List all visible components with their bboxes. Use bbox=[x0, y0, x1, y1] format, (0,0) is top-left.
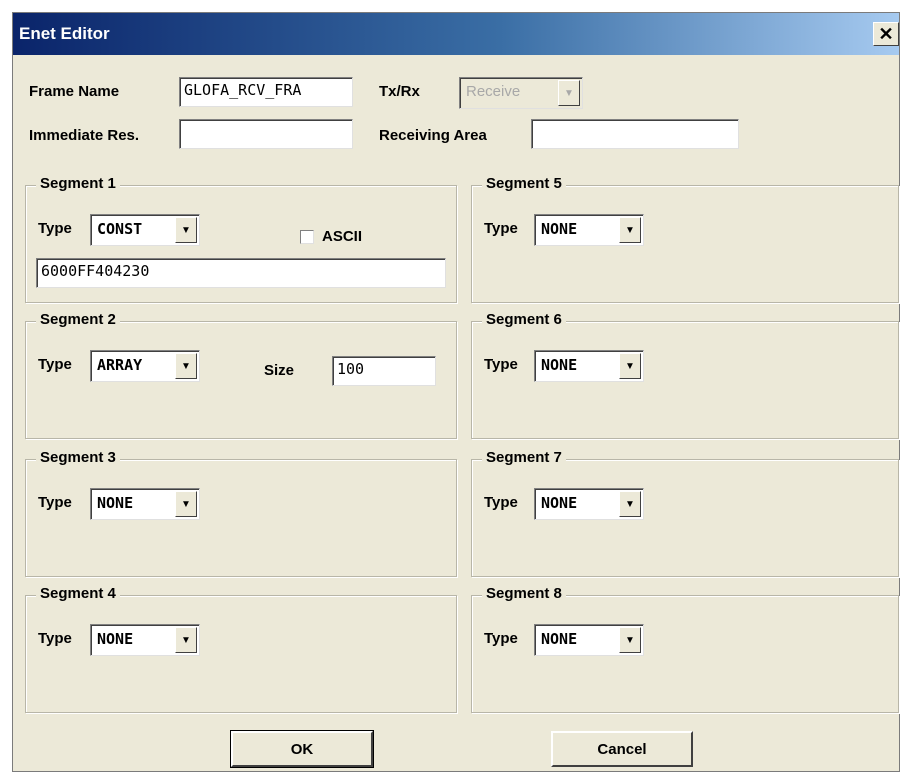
segment-8-group: Segment 8 Type NONE ▼ bbox=[471, 585, 899, 713]
segment-5-title: Segment 5 bbox=[482, 175, 566, 192]
chevron-down-icon: ▼ bbox=[558, 80, 580, 106]
segment-2-group: Segment 2 Type ARRAY ▼ Size 100 bbox=[25, 311, 457, 439]
ok-button[interactable]: OK bbox=[230, 730, 374, 768]
segment-4-type-value: NONE bbox=[97, 630, 134, 648]
enet-editor-dialog: Enet Editor ✕ Frame Name GLOFA_RCV_FRA T… bbox=[12, 12, 900, 772]
segment-1-type-value: CONST bbox=[97, 220, 143, 238]
close-button[interactable]: ✕ bbox=[873, 22, 899, 46]
segment-5-type-label: Type bbox=[484, 220, 518, 237]
segment-3-title: Segment 3 bbox=[36, 449, 120, 466]
txrx-select: Receive ▼ bbox=[459, 77, 583, 109]
segment-3-type-select[interactable]: NONE ▼ bbox=[90, 488, 200, 520]
segment-8-type-select[interactable]: NONE ▼ bbox=[534, 624, 644, 656]
segment-1-group: Segment 1 Type CONST ▼ ASCII 6000FF40423… bbox=[25, 175, 457, 303]
segment-4-title: Segment 4 bbox=[36, 585, 120, 602]
chevron-down-icon[interactable]: ▼ bbox=[619, 491, 641, 517]
cancel-button[interactable]: Cancel bbox=[551, 731, 693, 767]
segment-8-type-label: Type bbox=[484, 630, 518, 647]
segment-6-group: Segment 6 Type NONE ▼ bbox=[471, 311, 899, 439]
txrx-label: Tx/Rx bbox=[379, 83, 420, 100]
segment-2-title: Segment 2 bbox=[36, 311, 120, 328]
ascii-label: ASCII bbox=[322, 228, 363, 245]
segment-6-type-value: NONE bbox=[541, 356, 578, 374]
segment-6-type-label: Type bbox=[484, 356, 518, 373]
segment-6-title: Segment 6 bbox=[482, 311, 566, 328]
segment-6-type-select[interactable]: NONE ▼ bbox=[534, 350, 644, 382]
segment-4-type-select[interactable]: NONE ▼ bbox=[90, 624, 200, 656]
segment-2-type-label: Type bbox=[38, 356, 72, 373]
segment-8-title: Segment 8 bbox=[482, 585, 566, 602]
size-input[interactable]: 100 bbox=[332, 356, 436, 386]
chevron-down-icon[interactable]: ▼ bbox=[175, 353, 197, 379]
chevron-down-icon[interactable]: ▼ bbox=[175, 217, 197, 243]
chevron-down-icon[interactable]: ▼ bbox=[175, 491, 197, 517]
receiving-area-input[interactable] bbox=[531, 119, 739, 149]
segment-7-type-value: NONE bbox=[541, 494, 578, 512]
chevron-down-icon[interactable]: ▼ bbox=[619, 353, 641, 379]
segment-1-type-select[interactable]: CONST ▼ bbox=[90, 214, 200, 246]
segment-8-type-value: NONE bbox=[541, 630, 578, 648]
frame-name-label: Frame Name bbox=[29, 83, 120, 100]
segment-3-group: Segment 3 Type NONE ▼ bbox=[25, 449, 457, 577]
immediate-res-input[interactable] bbox=[179, 119, 353, 149]
segment-7-group: Segment 7 Type NONE ▼ bbox=[471, 449, 899, 577]
size-label: Size bbox=[264, 362, 295, 379]
immediate-res-label: Immediate Res. bbox=[29, 127, 140, 144]
window-title: Enet Editor bbox=[19, 24, 110, 43]
segment-1-value-input[interactable]: 6000FF404230 bbox=[36, 258, 446, 288]
segment-5-type-value: NONE bbox=[541, 220, 578, 238]
segment-7-title: Segment 7 bbox=[482, 449, 566, 466]
receiving-area-label: Receiving Area bbox=[379, 127, 487, 144]
segment-1-type-label: Type bbox=[38, 220, 72, 237]
ascii-checkbox[interactable] bbox=[300, 230, 314, 244]
segment-5-group: Segment 5 Type NONE ▼ bbox=[471, 175, 899, 303]
segment-5-type-select[interactable]: NONE ▼ bbox=[534, 214, 644, 246]
txrx-value: Receive bbox=[466, 83, 521, 100]
segment-7-type-label: Type bbox=[484, 494, 518, 511]
chevron-down-icon[interactable]: ▼ bbox=[619, 217, 641, 243]
segment-3-type-label: Type bbox=[38, 494, 72, 511]
title-bar[interactable]: Enet Editor ✕ bbox=[13, 13, 899, 55]
chevron-down-icon[interactable]: ▼ bbox=[175, 627, 197, 653]
segment-7-type-select[interactable]: NONE ▼ bbox=[534, 488, 644, 520]
segment-4-group: Segment 4 Type NONE ▼ bbox=[25, 585, 457, 713]
chevron-down-icon[interactable]: ▼ bbox=[619, 627, 641, 653]
segment-4-type-label: Type bbox=[38, 630, 72, 647]
frame-name-input[interactable]: GLOFA_RCV_FRA bbox=[179, 77, 353, 107]
segment-2-type-select[interactable]: ARRAY ▼ bbox=[90, 350, 200, 382]
close-icon: ✕ bbox=[878, 23, 894, 44]
segment-3-type-value: NONE bbox=[97, 494, 134, 512]
segment-2-type-value: ARRAY bbox=[97, 356, 143, 374]
segment-1-title: Segment 1 bbox=[36, 175, 120, 192]
